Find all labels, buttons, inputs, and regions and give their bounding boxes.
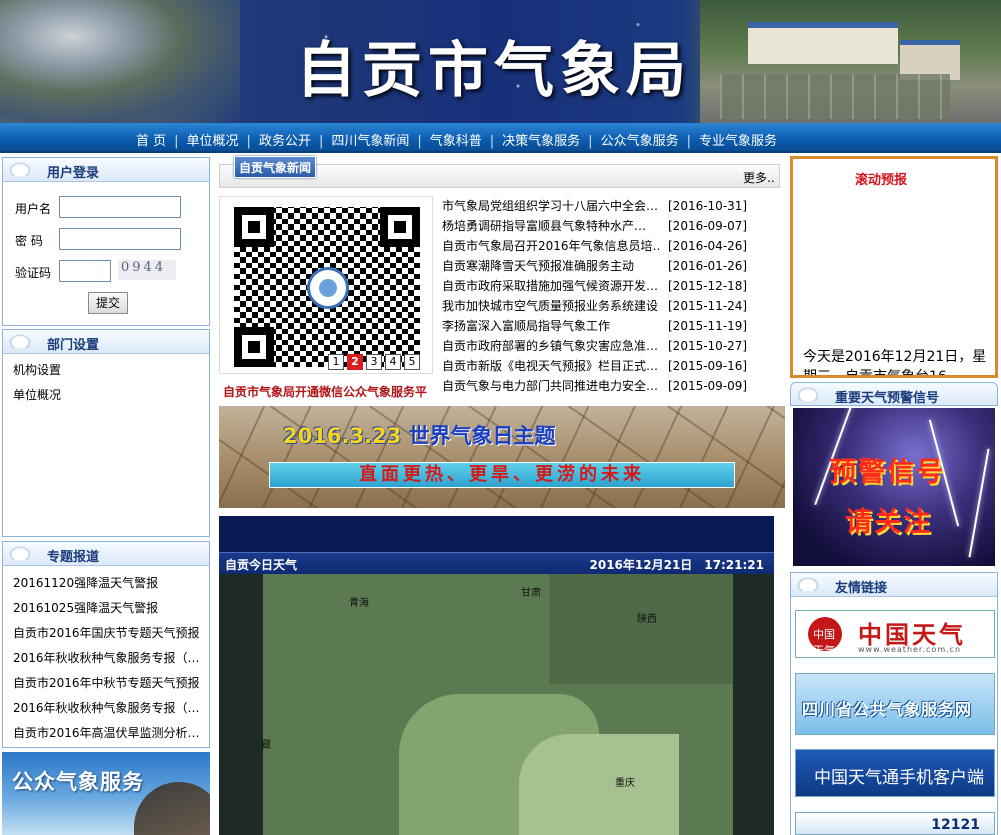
news-item[interactable]: 自贡市新版《电视天气预报》栏目正式… [2015-09-16] [442,356,747,376]
special-item[interactable]: 自贡市2016年高温伏旱监测分析… [13,721,199,746]
links-title: 友情链接 [835,581,888,596]
day-banner-year: 2016.3.23 [283,424,402,448]
dept-title: 部门设置 [47,338,100,353]
special-item[interactable]: 20161025强降温天气警报 [13,596,199,621]
dept-item[interactable]: 机构设置 [13,358,199,383]
dept-item[interactable]: 单位概况 [13,383,199,408]
warning-signal-banner[interactable]: 预警信号 请关注 [793,408,995,566]
site-title: 自贡市气象局 [296,36,692,106]
map-label: 重庆 [615,778,635,789]
news-item[interactable]: 自贡市气象局召开2016年气象信息员培… [2016-04-26] [442,236,747,256]
news-item[interactable]: 自贡市政府采取措施加强气候资源开发… [2015-12-18] [442,276,747,296]
weather-map[interactable]: 青海 甘肃 陕西 藏 重庆 [219,574,774,835]
news-list: 市气象局党组组织学习十八届六中全会… [2016-10-31] 杨培勇调研指导富顺… [442,196,747,396]
login-panel: 用户登录 用户名 密 码 验证码 0944 提交 [2,157,210,326]
cloud-icon [797,387,819,401]
password-input[interactable] [59,228,181,250]
qr-caption[interactable]: 自贡市气象局开通微信公众气象服务平 [223,383,435,400]
cloud-icon [797,577,819,591]
station-photo [700,0,1001,123]
captcha-input[interactable] [59,260,111,282]
news-item[interactable]: 自贡气象与电力部门共同推进电力安全… [2015-09-09] [442,376,747,396]
qr-slideshow[interactable] [219,196,433,374]
satellite-image [0,0,240,123]
cloud-icon [9,546,31,560]
nav-sichuan-news[interactable]: 四川气象新闻 [331,130,409,149]
map-label: 陕西 [637,614,657,625]
meteorology-logo-icon [307,267,349,309]
nav-public-service[interactable]: 公众气象服务 [601,130,679,149]
pager-dot[interactable]: 1 [328,354,344,370]
news-item[interactable]: 我市加快城市空气质量预报业务系统建设 [2015-11-24] [442,296,747,316]
news-item[interactable]: 自贡寒潮降雪天气预报准确服务主动 [2016-01-26] [442,256,747,276]
special-item[interactable]: 20161120强降温天气警报 [13,571,199,596]
cloud-icon [9,162,31,176]
news-item[interactable]: 自贡市政府部署的乡镇气象灾害应急准… [2015-10-27] [442,336,747,356]
special-panel: 专题报道 20161120强降温天气警报 20161025强降温天气警报 自贡市… [2,541,210,748]
public-service-banner-text: 公众气象服务 [12,770,144,794]
warning-title: 重要天气预警信号 [835,391,940,406]
weather-cn-link[interactable]: 中国天气 中国天气 www.weather.com.cn [795,610,995,658]
map-label: 藏 [261,740,271,751]
captcha-image[interactable]: 0944 [118,260,176,280]
cloud-icon [9,334,31,348]
weather-widget: 自贡今日天气 2016年12月21日 17:21:21 青海 甘肃 陕西 藏 重… [219,516,774,835]
pager-dot[interactable]: 3 [366,354,382,370]
day-banner-title: 世界气象日主题 [408,424,556,448]
lightning-icon [968,448,990,558]
wechat-qr-code [234,207,420,367]
nav-pro-service[interactable]: 专业气象服务 [699,130,777,149]
mobile-client-label: 中国天气通手机客户端 [814,768,984,788]
meteorological-day-banner[interactable]: 2016.3.23 世界气象日主题 直面更热、更旱、更涝的未来 [219,406,785,508]
nav-decision-service[interactable]: 决策气象服务 [502,130,580,149]
login-title: 用户登录 [47,166,100,181]
weather-cn-logo-icon: 中国天气 [808,617,842,657]
nav-gov-affairs[interactable]: 政务公开 [259,130,311,149]
weather-datetime: 2016年12月21日 17:21:21 [589,558,765,572]
news-item[interactable]: 杨培勇调研指导富顺县气象特种水产… [2016-09-07] [442,216,747,236]
slideshow-pager: 12345 [328,354,423,370]
dept-panel: 部门设置 机构设置 单位概况 [2,329,210,537]
username-input[interactable] [59,196,181,218]
news-item[interactable]: 李扬富深入富顺局指导气象工作 [2015-11-19] [442,316,747,336]
weather-cn-url: www.weather.com.cn [858,645,962,654]
pager-dot-active[interactable]: 2 [347,354,363,370]
warning-line2: 请关注 [845,507,932,538]
special-item[interactable]: 2016年秋收秋种气象服务专报（… [13,646,199,671]
pager-dot[interactable]: 4 [385,354,401,370]
sichuan-service-link[interactable]: 四川省公共气象服务网 [795,673,995,735]
nav-science[interactable]: 气象科普 [430,130,482,149]
password-label: 密 码 [15,234,43,248]
special-item[interactable]: 2016年秋收秋种气象服务专报（… [13,696,199,721]
warning-line1: 预警信号 [829,457,945,488]
news-item[interactable]: 市气象局党组组织学习十八届六中全会… [2016-10-31] [442,196,747,216]
nav-home[interactable]: 首 页 [136,130,166,149]
news-more-link[interactable]: 更多.. [743,169,775,186]
scrolling-forecast: 滚动预报 今天是2016年12月21日，星期三，自贡市气象台16… [790,156,998,378]
sichuan-service-label: 四川省公共气象服务网 [802,700,973,719]
username-label: 用户名 [15,202,52,216]
news-tab[interactable]: 自贡气象新闻 [234,156,317,178]
main-nav: 首 页 | 单位概况 | 政务公开 | 四川气象新闻 | 气象科普 | 决策气象服务 | 公众气象服务 |… [0,123,1001,153]
special-title: 专题报道 [47,550,100,565]
site-banner: 自贡市气象局 [0,0,1001,123]
day-banner-subtitle: 直面更热、更旱、更涝的未来 [269,462,735,488]
captcha-label: 验证码 [15,266,52,280]
weather-title: 自贡今日天气 [225,558,298,572]
nav-about[interactable]: 单位概况 [187,130,239,149]
special-item[interactable]: 自贡市2016年中秋节专题天气预报 [13,671,199,696]
scrolling-forecast-text: 今天是2016年12月21日，星期三，自贡市气象台16… [803,349,987,378]
public-service-banner[interactable]: 公众气象服务 [2,752,210,835]
submit-button[interactable]: 提交 [88,292,128,314]
mobile-client-link[interactable]: 中国天气通手机客户端 [795,749,995,797]
hotline-link[interactable]: 12121 [795,812,995,835]
special-item[interactable]: 自贡市2016年国庆节专题天气预报 [13,621,199,646]
map-label: 青海 [349,598,369,609]
hotline-number: 12121 [931,817,980,833]
map-label: 甘肃 [521,588,541,599]
scrolling-forecast-title: 滚动预报 [855,173,908,188]
pager-dot[interactable]: 5 [404,354,420,370]
